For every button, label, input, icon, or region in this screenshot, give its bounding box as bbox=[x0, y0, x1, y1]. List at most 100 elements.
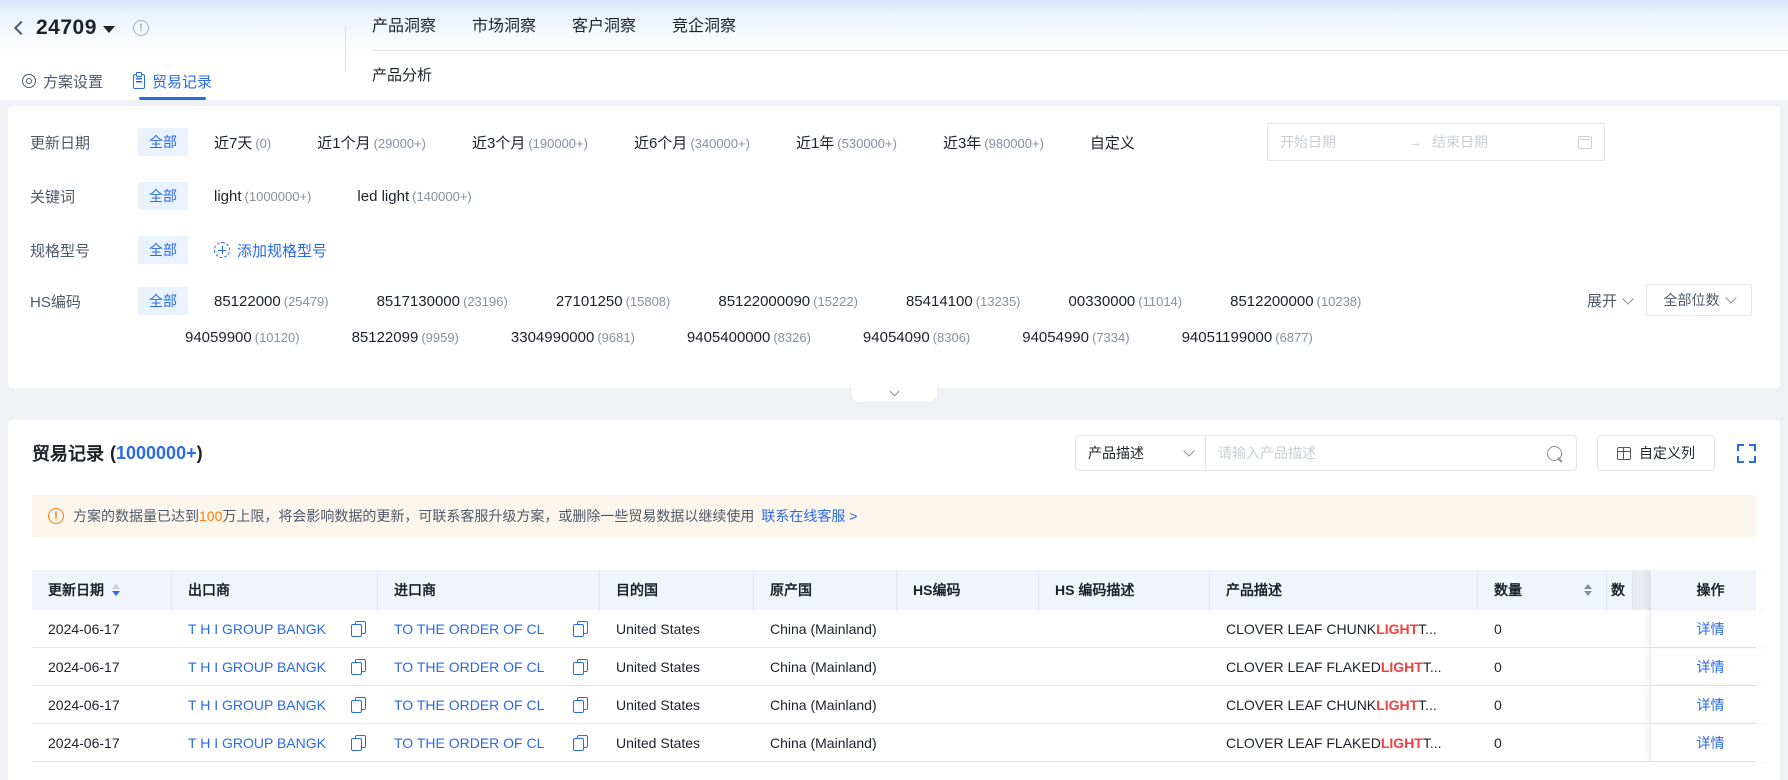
cell-exporter: T H I GROUP BANGK bbox=[172, 610, 378, 647]
hs-code-option[interactable]: 27101250 (15808) bbox=[556, 293, 671, 310]
keyword-option[interactable]: light (1000000+) bbox=[214, 188, 311, 205]
nav-tab[interactable]: 市场洞察 bbox=[472, 12, 536, 36]
cell-quantity: 0 bbox=[1494, 658, 1502, 675]
cell-action: 详情 bbox=[1650, 686, 1770, 723]
update-date-all-badge[interactable]: 全部 bbox=[138, 128, 188, 156]
exporter-link[interactable]: T H I GROUP BANGK bbox=[188, 659, 326, 675]
search-icon[interactable] bbox=[1547, 445, 1562, 461]
col-action: 操作 bbox=[1650, 570, 1770, 610]
cell-exporter: T H I GROUP BANGK bbox=[172, 724, 378, 761]
detail-link[interactable]: 详情 bbox=[1697, 657, 1725, 677]
exporter-link[interactable]: T H I GROUP BANGK bbox=[188, 697, 326, 713]
hs-code-option[interactable]: 3304990000 (9681) bbox=[511, 329, 635, 346]
cell-product-desc: CLOVER LEAF CHUNK LIGHT T... bbox=[1226, 696, 1437, 713]
tab-product-analysis[interactable]: 产品分析 bbox=[372, 64, 432, 85]
exporter-link[interactable]: T H I GROUP BANGK bbox=[188, 621, 326, 637]
cell-hs-code bbox=[897, 724, 1039, 761]
cell-quantity-unit bbox=[1607, 648, 1633, 685]
calendar-icon[interactable] bbox=[1578, 135, 1592, 149]
spec-all-badge[interactable]: 全部 bbox=[138, 236, 188, 264]
expand-toggle[interactable]: 展开 bbox=[1587, 290, 1634, 311]
search-input[interactable] bbox=[1206, 436, 1547, 470]
copy-icon[interactable] bbox=[351, 620, 366, 637]
cell-action: 详情 bbox=[1650, 648, 1770, 685]
sort-update-date[interactable] bbox=[112, 584, 120, 596]
hs-all-badge[interactable]: 全部 bbox=[138, 287, 188, 315]
hs-code-option[interactable]: 9405400000 (8326) bbox=[687, 329, 811, 346]
hs-code-option[interactable]: 8512200000 (10238) bbox=[1230, 293, 1361, 310]
fullscreen-icon[interactable] bbox=[1737, 443, 1756, 463]
hs-code-option[interactable]: 8517130000 (23196) bbox=[377, 293, 508, 310]
plan-id[interactable]: 24709 bbox=[36, 16, 97, 40]
hs-code-option[interactable]: 94059900 (10120) bbox=[185, 329, 300, 346]
cell-destination: United States bbox=[616, 620, 701, 637]
copy-icon[interactable] bbox=[351, 658, 366, 675]
date-option[interactable]: 近6个月 (340000+) bbox=[634, 132, 750, 153]
hs-code-option[interactable]: 94051199000 (6877) bbox=[1182, 329, 1313, 346]
filter-row-keyword: 关键词 全部 light (1000000+) led light (140000+… bbox=[30, 176, 1756, 216]
detail-link[interactable]: 详情 bbox=[1697, 695, 1725, 715]
detail-link[interactable]: 详情 bbox=[1697, 619, 1725, 639]
plan-tabs: 方案设置 贸易记录 bbox=[22, 62, 212, 100]
copy-icon[interactable] bbox=[573, 734, 588, 751]
hs-code-option[interactable]: 85122000 (25479) bbox=[214, 293, 329, 310]
date-range-picker[interactable]: → bbox=[1267, 123, 1605, 161]
hs-code-option[interactable]: 85122000090 (15222) bbox=[718, 293, 858, 310]
copy-icon[interactable] bbox=[573, 696, 588, 713]
col-hs-desc: HS 编码描述 bbox=[1039, 570, 1210, 610]
filter-label-update-date: 更新日期 bbox=[30, 134, 91, 152]
digits-select[interactable]: 全部位数 bbox=[1646, 284, 1752, 316]
filter-label-hs-code: HS编码 bbox=[30, 293, 81, 311]
contact-support-link[interactable]: 联系在线客服 > bbox=[761, 506, 857, 526]
cell-update-date: 2024-06-17 bbox=[48, 620, 120, 637]
date-option[interactable]: 近3年 (980000+) bbox=[943, 132, 1044, 153]
date-option[interactable]: 近1年 (530000+) bbox=[796, 132, 897, 153]
importer-link[interactable]: TO THE ORDER OF CL bbox=[394, 659, 544, 675]
tab-plan-settings[interactable]: 方案设置 bbox=[22, 62, 103, 100]
copy-icon[interactable] bbox=[573, 620, 588, 637]
plan-info-icon[interactable]: ! bbox=[132, 20, 149, 36]
keyword-all-badge[interactable]: 全部 bbox=[138, 182, 188, 210]
tab-trade-records[interactable]: 贸易记录 bbox=[133, 62, 212, 100]
nav-tab[interactable]: 竞企洞察 bbox=[672, 12, 736, 36]
importer-link[interactable]: TO THE ORDER OF CL bbox=[394, 735, 544, 751]
columns-grid-icon bbox=[1617, 446, 1631, 460]
date-option[interactable]: 近1个月 (29000+) bbox=[317, 132, 426, 153]
search-type-select[interactable]: 产品描述 bbox=[1076, 436, 1206, 470]
back-icon[interactable] bbox=[13, 20, 29, 36]
hs-code-option[interactable]: 94054990 (7334) bbox=[1022, 329, 1129, 346]
copy-icon[interactable] bbox=[351, 696, 366, 713]
custom-date-option[interactable]: 自定义 bbox=[1090, 132, 1135, 153]
copy-icon[interactable] bbox=[351, 734, 366, 751]
scrollbar-strip[interactable] bbox=[1633, 570, 1650, 610]
keyword-option[interactable]: led light (140000+) bbox=[357, 188, 471, 205]
start-date-input[interactable] bbox=[1280, 134, 1398, 150]
sort-quantity[interactable] bbox=[1584, 584, 1592, 596]
hs-code-option[interactable]: 00330000 (11014) bbox=[1069, 293, 1183, 310]
nav-tab[interactable]: 客户洞察 bbox=[572, 12, 636, 36]
add-spec-button[interactable]: 添加规格型号 bbox=[214, 240, 327, 261]
hs-code-option[interactable]: 85122099 (9959) bbox=[352, 329, 459, 346]
add-spec-label: 添加规格型号 bbox=[237, 242, 328, 260]
cell-importer: TO THE ORDER OF CL bbox=[378, 610, 600, 647]
hs-code-option[interactable]: 94054090 (8306) bbox=[863, 329, 970, 346]
table-row: 2024-06-17 T H I GROUP BANGK TO THE ORDE… bbox=[32, 686, 1756, 724]
exporter-link[interactable]: T H I GROUP BANGK bbox=[188, 735, 326, 751]
end-date-input[interactable] bbox=[1432, 134, 1550, 150]
section-title: 贸易记录 bbox=[32, 444, 104, 464]
detail-link[interactable]: 详情 bbox=[1697, 733, 1725, 753]
date-option[interactable]: 近3个月 (190000+) bbox=[472, 132, 588, 153]
cell-hs-code bbox=[897, 648, 1039, 685]
importer-link[interactable]: TO THE ORDER OF CL bbox=[394, 697, 544, 713]
plan-dropdown-caret-icon[interactable] bbox=[102, 26, 115, 33]
hs-code-option[interactable]: 85414100 (13235) bbox=[906, 293, 1021, 310]
date-option[interactable]: 近7天 (0) bbox=[214, 132, 271, 153]
col-destination: 目的国 bbox=[600, 570, 754, 610]
collapse-filters-button[interactable] bbox=[850, 386, 938, 403]
col-product-desc: 产品描述 bbox=[1210, 570, 1478, 610]
copy-icon[interactable] bbox=[573, 658, 588, 675]
nav-tab[interactable]: 产品洞察 bbox=[372, 12, 436, 36]
importer-link[interactable]: TO THE ORDER OF CL bbox=[394, 621, 544, 637]
customize-columns-button[interactable]: 自定义列 bbox=[1597, 435, 1715, 471]
cell-action: 详情 bbox=[1650, 724, 1770, 761]
